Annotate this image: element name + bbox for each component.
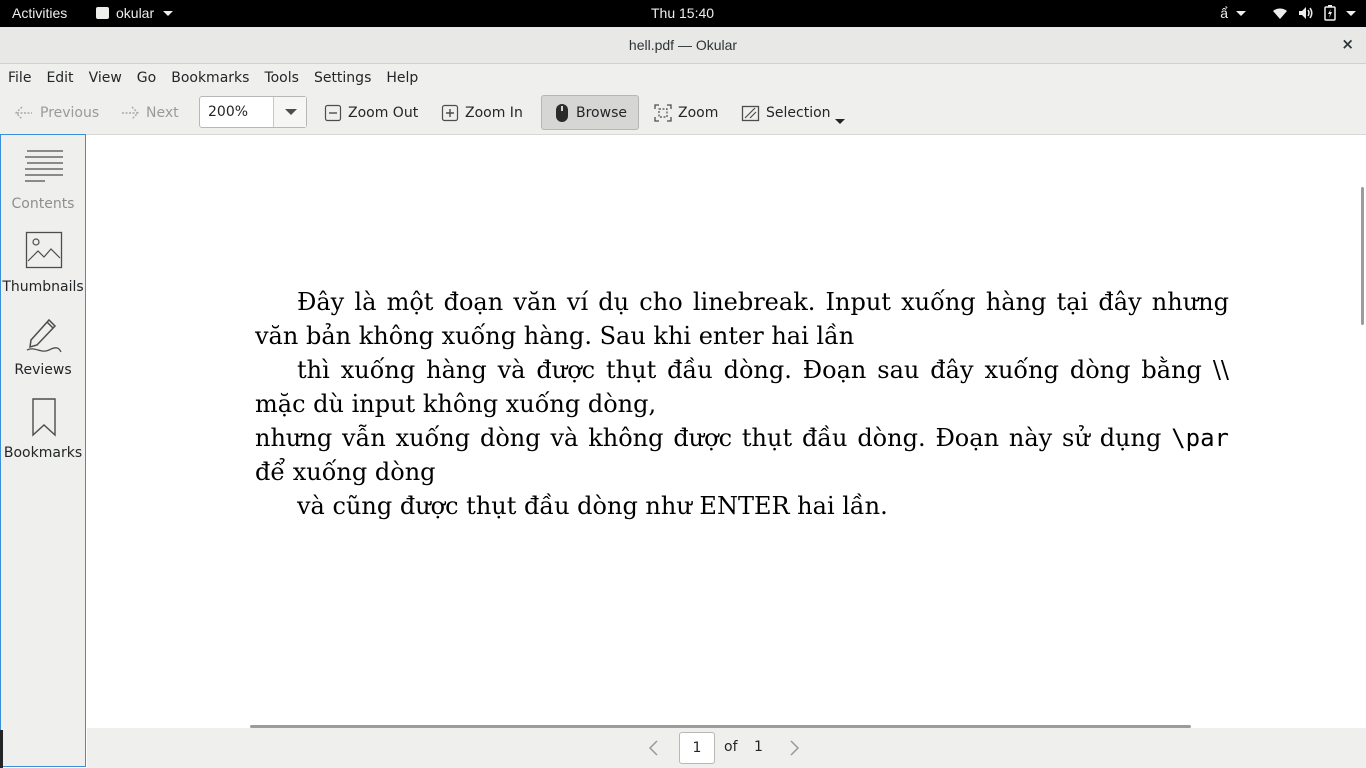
browse-tool-content[interactable]: Browse bbox=[554, 92, 627, 134]
zoom-out-button[interactable]: Zoom Out bbox=[324, 92, 418, 134]
clock[interactable]: Thu 15:40 bbox=[651, 5, 714, 21]
text-line: thì xuống hàng và được thụt đầu dòng. Đo… bbox=[297, 356, 1229, 384]
reviews-icon bbox=[26, 318, 62, 353]
gnome-top-bar: Activities okular Thu 15:40 ẩ bbox=[0, 0, 1366, 27]
text-line: và cũng được thụt đầu dòng như ENTER hai… bbox=[297, 492, 888, 520]
contents-icon bbox=[25, 150, 63, 182]
zoom-tool-button[interactable]: Zoom bbox=[654, 92, 718, 134]
previous-page-button[interactable]: Previous bbox=[14, 92, 99, 134]
zoom-level-value[interactable]: 200% bbox=[208, 104, 248, 120]
thumbnails-icon bbox=[25, 231, 63, 269]
text-line: Đây là một đoạn văn ví dụ cho linebreak.… bbox=[297, 288, 1229, 316]
chevron-down-icon bbox=[1236, 10, 1246, 16]
vertical-scrollbar[interactable] bbox=[1361, 187, 1364, 325]
close-window-button[interactable]: × bbox=[1341, 35, 1354, 53]
okular-app-icon bbox=[96, 7, 109, 19]
zoom-dropdown-button[interactable] bbox=[273, 97, 306, 127]
next-page-button[interactable]: Next bbox=[120, 92, 179, 134]
tex-command: \par bbox=[1171, 424, 1229, 452]
menu-bar: File Edit View Go Bookmarks Tools Settin… bbox=[0, 64, 1366, 92]
zoom-level-combobox[interactable]: 200% bbox=[199, 96, 307, 128]
chevron-right-icon[interactable] bbox=[789, 739, 801, 757]
zoom-in-button[interactable]: Zoom In bbox=[441, 92, 523, 134]
pdf-page[interactable]: Đây là một đoạn văn ví dụ cho linebreak.… bbox=[87, 135, 1361, 728]
text-line-with-command: nhưng vẫn xuống dòng và không được thụt … bbox=[255, 421, 1229, 455]
system-tray[interactable]: ẩ bbox=[1220, 4, 1356, 22]
sidebar-item-label: Contents bbox=[11, 196, 75, 212]
menu-edit[interactable]: Edit bbox=[39, 70, 80, 86]
arrow-right-icon bbox=[122, 106, 139, 120]
selection-label: Selection bbox=[766, 105, 831, 121]
input-method-indicator[interactable]: ẩ bbox=[1220, 5, 1228, 21]
text-line: văn bản không xuống hàng. Sau khi enter … bbox=[255, 322, 855, 350]
volume-icon bbox=[1299, 7, 1313, 19]
sidebar-item-label: Reviews bbox=[14, 362, 72, 378]
menu-go[interactable]: Go bbox=[130, 70, 163, 86]
menu-file[interactable]: File bbox=[1, 70, 38, 86]
menu-view[interactable]: View bbox=[82, 70, 129, 86]
next-label: Next bbox=[146, 105, 179, 121]
page-number-input[interactable]: 1 bbox=[679, 732, 715, 764]
selection-icon bbox=[741, 105, 760, 122]
arrow-left-icon bbox=[15, 106, 32, 120]
main-toolbar: Previous Next 200% Zoom Out Zoom In Brow… bbox=[0, 92, 1366, 135]
zoom-tool-label: Zoom bbox=[678, 105, 719, 121]
sidebar-item-label: Bookmarks bbox=[3, 445, 83, 461]
window-title: hell.pdf — Okular bbox=[628, 37, 738, 53]
selection-tool-button[interactable]: Selection bbox=[741, 92, 831, 134]
sidebar-item-reviews[interactable]: Reviews bbox=[1, 304, 85, 384]
zoom-in-icon bbox=[441, 104, 459, 122]
menu-settings[interactable]: Settings bbox=[307, 70, 378, 86]
page-of-label: of bbox=[724, 739, 738, 755]
page-total: 1 bbox=[754, 739, 763, 755]
app-menu[interactable]: okular bbox=[96, 5, 174, 21]
wifi-icon bbox=[1273, 8, 1287, 19]
sidebar-item-bookmarks[interactable]: Bookmarks bbox=[1, 387, 85, 467]
zoom-in-label: Zoom In bbox=[465, 105, 523, 121]
app-menu-label: okular bbox=[116, 5, 155, 21]
window-titlebar: hell.pdf — Okular × bbox=[0, 27, 1366, 64]
text-line: để xuống dòng bbox=[255, 458, 436, 486]
bookmark-icon bbox=[32, 398, 56, 437]
text-line: mặc dù input không xuống dòng, bbox=[255, 390, 657, 418]
page-navigation-bar: 1 of 1 bbox=[87, 728, 1366, 768]
menu-bookmarks[interactable]: Bookmarks bbox=[164, 70, 256, 86]
text-segment: nhưng vẫn xuống dòng và không được thụt … bbox=[255, 424, 1162, 452]
sidebar-item-thumbnails[interactable]: Thumbnails bbox=[1, 221, 85, 301]
browse-label: Browse bbox=[576, 105, 627, 121]
page-text: Đây là một đoạn văn ví dụ cho linebreak.… bbox=[255, 285, 1229, 523]
menu-tools[interactable]: Tools bbox=[257, 70, 306, 86]
sidebar-item-contents[interactable]: Contents bbox=[1, 138, 85, 218]
sidebar-item-label: Thumbnails bbox=[2, 279, 84, 295]
sidebar-panel: Contents Thumbnails Reviews Bookmarks bbox=[0, 134, 86, 767]
activities-button[interactable]: Activities bbox=[12, 5, 67, 21]
chevron-down-icon bbox=[163, 10, 174, 16]
chevron-down-icon bbox=[1346, 10, 1356, 16]
zoom-select-icon bbox=[654, 104, 672, 122]
zoom-out-icon bbox=[324, 104, 342, 122]
selection-mode-dropdown-icon[interactable] bbox=[835, 119, 845, 124]
document-view[interactable]: Đây là một đoạn văn ví dụ cho linebreak.… bbox=[87, 135, 1366, 728]
text-cursor-marker bbox=[0, 730, 3, 768]
mouse-icon bbox=[556, 104, 568, 122]
chevron-left-icon[interactable] bbox=[647, 739, 659, 757]
previous-label: Previous bbox=[40, 105, 100, 121]
battery-icon bbox=[1324, 5, 1336, 21]
menu-help[interactable]: Help bbox=[379, 70, 425, 86]
zoom-out-label: Zoom Out bbox=[348, 105, 419, 121]
